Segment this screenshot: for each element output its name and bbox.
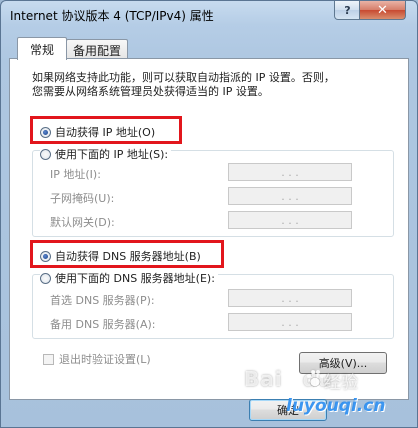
validate-checkbox-label: 退出时验证设置(L) xyxy=(59,353,151,366)
radio-manual-dns-label: 使用下面的 DNS 服务器地址(E): xyxy=(55,272,215,285)
radio-manual-dns[interactable]: 使用下面的 DNS 服务器地址(E): xyxy=(40,270,218,286)
question-icon: ? xyxy=(344,3,351,17)
tab-general-label: 常规 xyxy=(29,42,54,57)
validate-checkbox-box xyxy=(43,353,54,365)
general-panel: 如果网络支持此功能，则可以获取自动指派的 IP 设置。否则， 您需要从网络系统管… xyxy=(9,58,409,400)
tab-alternate-config[interactable]: 备用配置 xyxy=(66,39,128,60)
window-title: Internet 协议版本 4 (TCP/IPv4) 属性 xyxy=(10,9,214,23)
title-bar[interactable]: Internet 协议版本 4 (TCP/IPv4) 属性 ? ✕ xyxy=(1,1,417,29)
radio-manual-dns-indicator xyxy=(40,272,51,284)
close-button[interactable]: ✕ xyxy=(359,1,406,20)
default-gateway-input: . . . xyxy=(228,211,352,229)
radio-manual-ip-indicator xyxy=(40,148,51,160)
ip-address-label: IP 地址(I): xyxy=(50,168,101,181)
highlight-box-ip xyxy=(30,116,182,144)
preferred-dns-label: 首选 DNS 服务器(P): xyxy=(50,294,155,307)
ip-address-input: . . . xyxy=(228,163,352,181)
tab-general[interactable]: 常规 xyxy=(17,37,67,60)
default-gateway-label: 默认网关(D): xyxy=(50,216,115,229)
alternate-dns-input: . . . xyxy=(228,313,352,331)
description-line-2: 您需要从网络系统管理员处获得适当的 IP 设置。 xyxy=(32,85,269,98)
validate-settings-checkbox[interactable]: 退出时验证设置(L) xyxy=(43,351,151,367)
preferred-dns-input: . . . xyxy=(228,289,352,307)
alternate-dns-label: 备用 DNS 服务器(A): xyxy=(50,318,156,331)
site-watermark: luyouqi.cn xyxy=(286,396,386,416)
dialog-window: Internet 协议版本 4 (TCP/IPv4) 属性 ? ✕ 常规 备用配… xyxy=(0,0,418,428)
help-button[interactable]: ? xyxy=(334,1,361,20)
tab-alternate-label: 备用配置 xyxy=(72,43,121,58)
close-icon: ✕ xyxy=(377,2,388,18)
radio-manual-ip[interactable]: 使用下面的 IP 地址(S): xyxy=(40,146,172,162)
subnet-mask-input: . . . xyxy=(228,187,352,205)
radio-manual-ip-label: 使用下面的 IP 地址(S): xyxy=(55,148,169,161)
subnet-mask-label: 子网掩码(U): xyxy=(50,192,115,205)
baidu-paw-icon xyxy=(307,370,324,387)
jingyan-watermark: 经验 xyxy=(324,373,358,393)
highlight-box-dns xyxy=(30,240,224,268)
